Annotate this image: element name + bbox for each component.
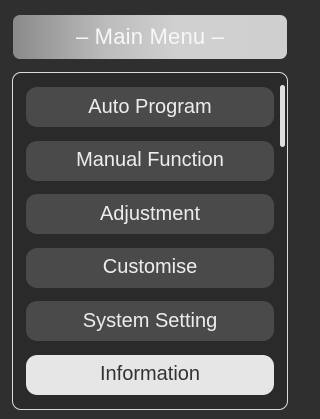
menu-item-label: Information [99, 363, 201, 385]
menu-item-auto-program[interactable]: Auto Program [26, 87, 274, 127]
menu-item-system-setting[interactable]: System Setting [26, 301, 274, 341]
menu-item-label: Adjustment [99, 202, 201, 225]
menu-item-label: Auto Program [88, 95, 212, 118]
menu-frame: Auto Program Manual Function Adjustment … [12, 72, 288, 410]
menu-item-manual-function[interactable]: Manual Function [26, 140, 274, 181]
menu-item-information[interactable]: Information [26, 354, 274, 395]
menu-scrollbar[interactable] [280, 85, 285, 147]
main-menu-screen: – Main Menu – Auto Program Manual Functi… [0, 0, 304, 419]
menu-title-bar: – Main Menu – [13, 15, 287, 59]
menu-item-label: Manual Function [76, 149, 224, 171]
menu-item-customise[interactable]: Customise [26, 247, 274, 288]
page-title: – Main Menu – [75, 24, 225, 49]
menu-list: Auto Program Manual Function Adjustment … [26, 87, 274, 408]
menu-item-label: System Setting [82, 309, 218, 332]
menu-item-label: Customise [102, 256, 198, 278]
menu-item-adjustment[interactable]: Adjustment [26, 194, 274, 234]
